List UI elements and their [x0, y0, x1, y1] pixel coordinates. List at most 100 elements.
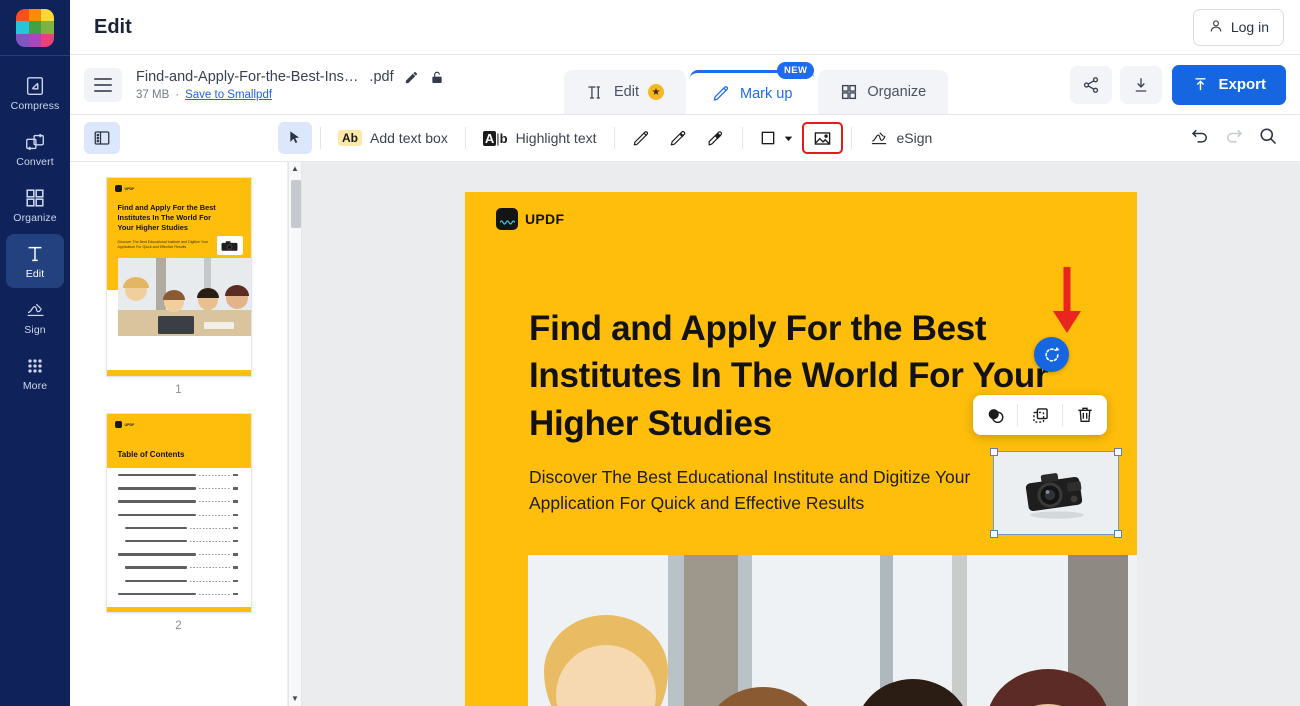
mini-toc-page-number [233, 580, 238, 582]
mini-toc-page-number [233, 474, 238, 476]
left-nav-rail: Compress Convert Organize Edit Sign More [0, 0, 70, 706]
rail-item-sign[interactable]: Sign [6, 290, 64, 344]
text-edit-icon [24, 243, 46, 265]
rail-item-more[interactable]: More [6, 346, 64, 400]
tab-label: Organize [867, 84, 926, 100]
mini-toc-entry [118, 553, 196, 555]
rail-item-label: Compress [11, 100, 60, 112]
file-meta-separator: · [175, 89, 179, 101]
esign-tool[interactable]: eSign [860, 122, 942, 154]
rail-item-edit[interactable]: Edit [6, 234, 64, 288]
file-bar: Find-and-Apply-For-the-Best-Ins… .pdf [70, 55, 1300, 114]
export-label: Export [1218, 76, 1266, 93]
thumbnail-page-number: 1 [175, 384, 181, 396]
file-name: Find-and-Apply-For-the-Best-Ins… [136, 69, 358, 85]
tab-mark-up[interactable]: NEWMark up [690, 70, 814, 114]
mini-toc-entry [125, 580, 187, 582]
opacity-button[interactable] [973, 395, 1017, 435]
search-button[interactable] [1258, 126, 1278, 151]
new-badge: NEW [777, 62, 814, 79]
rail-item-label: Sign [24, 324, 45, 336]
resize-handle-bottom-right[interactable] [1114, 530, 1122, 538]
mini-heading: Find and Apply For the Best Institutes I… [118, 203, 222, 232]
export-button[interactable]: Export [1172, 65, 1286, 105]
pen-icon [712, 84, 731, 103]
tab-edit[interactable]: Edit★ [564, 70, 686, 114]
resize-handle-bottom-left[interactable] [990, 530, 998, 538]
scroll-down-arrow-icon[interactable]: ▼ [291, 692, 299, 706]
mini-toc-dots [199, 594, 230, 595]
updf-brand-logo: UPDF [496, 208, 564, 230]
text-cursor-icon [586, 83, 605, 102]
workspace: UPDF Find and Apply For the Best Institu… [70, 162, 1300, 706]
download-button[interactable] [1120, 66, 1162, 104]
mini-toc-title: Table of Contents [118, 450, 238, 461]
selected-image-object[interactable] [994, 452, 1118, 534]
document-heading[interactable]: Find and Apply For the Best Institutes I… [529, 305, 1049, 447]
mini-toc-page-number [233, 527, 238, 529]
compress-icon [24, 75, 46, 97]
thumbnail-page-1[interactable]: UPDF Find and Apply For the Best Institu… [107, 178, 251, 376]
image-tool[interactable] [802, 122, 843, 154]
scroll-up-arrow-icon[interactable]: ▲ [291, 162, 299, 176]
delete-button[interactable] [1063, 395, 1107, 435]
select-cursor-tool[interactable] [278, 122, 312, 154]
rail-item-label: Organize [13, 212, 56, 224]
rail-item-organize[interactable]: Organize [6, 178, 64, 232]
rail-item-label: Edit [26, 268, 45, 280]
duplicate-button[interactable] [1018, 395, 1062, 435]
mode-tabs: Edit★NEWMark up Organize [564, 70, 948, 114]
file-info: Find-and-Apply-For-the-Best-Ins… .pdf [136, 69, 446, 101]
pen-tool[interactable] [623, 122, 660, 154]
signature-icon [24, 299, 47, 321]
share-button[interactable] [1070, 66, 1112, 104]
resize-handle-top-right[interactable] [1114, 448, 1122, 456]
mini-toc-page-number [233, 553, 238, 555]
mini-toc-dots [199, 515, 230, 516]
mini-toc-entry [118, 500, 196, 502]
document-photo[interactable] [528, 555, 1137, 706]
highlight-text-tool[interactable]: A|b Highlight text [474, 122, 606, 154]
thumbnail-item-2[interactable]: UPDF Table of Contents 2 [107, 414, 251, 650]
camera-photo [994, 452, 1118, 534]
rail-item-convert[interactable]: Convert [6, 122, 64, 176]
app-logo[interactable] [0, 0, 70, 55]
thumbnail-item-1[interactable]: UPDF Find and Apply For the Best Institu… [107, 178, 251, 414]
login-button[interactable]: Log in [1193, 9, 1284, 46]
rail-item-label: More [23, 380, 47, 392]
unlock-icon[interactable] [429, 69, 446, 86]
document-subheading[interactable]: Discover The Best Educational Institute … [529, 464, 999, 517]
mini-updf-logo-icon-2: UPDF [115, 421, 135, 428]
file-menu-button[interactable] [84, 68, 122, 102]
mini-updf-logo-icon: UPDF [115, 185, 135, 192]
panel-toggle-button[interactable] [84, 122, 120, 154]
grid-icon [840, 83, 858, 101]
shape-tool[interactable] [751, 122, 802, 154]
mini-toc-dots [190, 567, 230, 568]
undo-button[interactable] [1190, 126, 1210, 151]
mini-camera-image [217, 236, 243, 255]
convert-icon [24, 131, 46, 153]
mini-toc-entry [118, 514, 196, 516]
thumbnail-page-2[interactable]: UPDF Table of Contents [107, 414, 251, 612]
mini-toc-entry [118, 593, 196, 595]
thumbnail-scrollbar[interactable]: ▲ ▼ [288, 162, 302, 706]
add-text-box-tool[interactable]: Ab Add text box [329, 122, 457, 154]
marker-tool[interactable] [660, 122, 697, 154]
resize-handle-top-left[interactable] [990, 448, 998, 456]
eraser-tool[interactable] [697, 122, 734, 154]
annotation-arrow [1051, 267, 1083, 340]
rotate-handle-button[interactable] [1034, 337, 1069, 372]
updf-brand-text: UPDF [525, 211, 564, 227]
pdf-page-1[interactable]: UPDF Find and Apply For the Best Institu… [465, 192, 1137, 706]
rail-item-compress[interactable]: Compress [6, 66, 64, 120]
document-canvas[interactable]: UPDF Find and Apply For the Best Institu… [302, 162, 1300, 706]
mini-toc-dots [199, 554, 230, 555]
mini-toc-dots [199, 501, 230, 502]
scrollbar-thumb[interactable] [291, 180, 301, 228]
rename-pencil-icon[interactable] [403, 69, 420, 86]
mini-toc-page-number [233, 540, 238, 542]
redo-button[interactable] [1224, 126, 1244, 151]
tab-organize[interactable]: Organize [818, 70, 948, 114]
save-to-smallpdf-link[interactable]: Save to Smallpdf [185, 89, 272, 101]
